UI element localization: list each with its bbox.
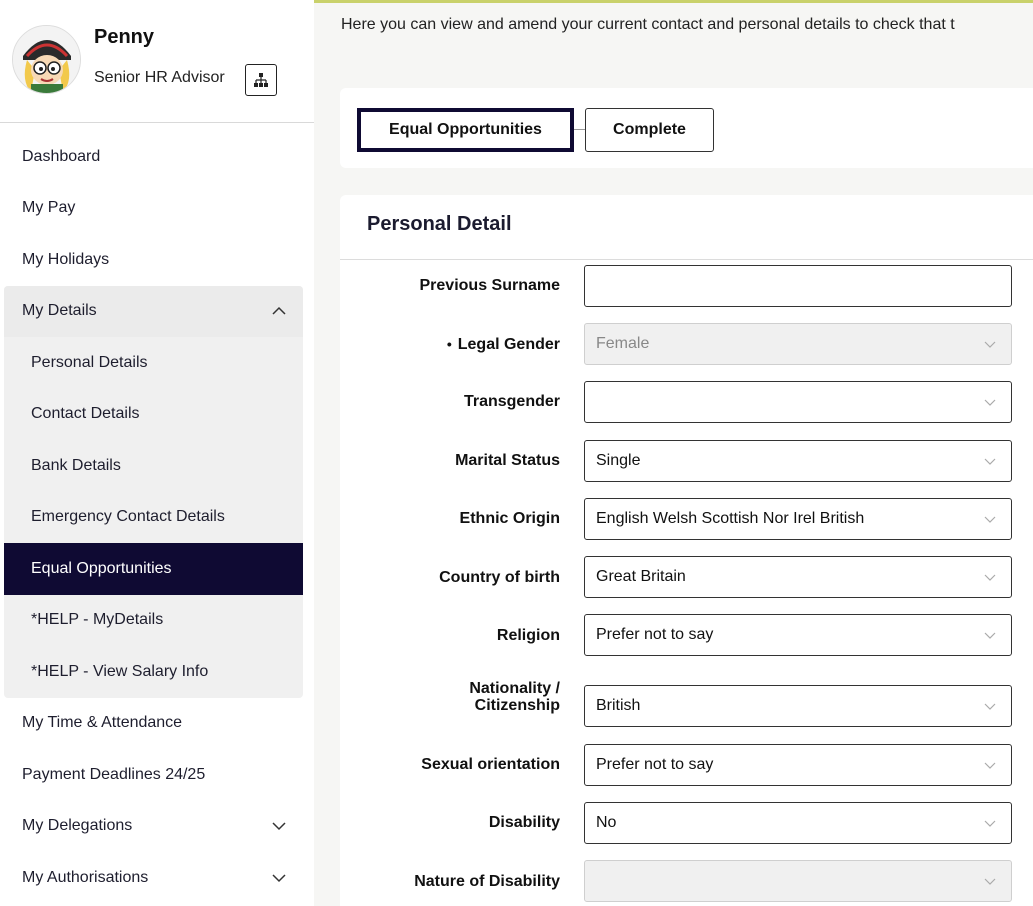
sidebar-item-my-holidays[interactable]: My Holidays [0, 234, 314, 286]
chevron-down-icon [272, 822, 286, 831]
sidebar-item-label: Emergency Contact Details [31, 508, 225, 526]
chevron-down-icon [984, 341, 996, 348]
ethnic-origin-value: English Welsh Scottish Nor Irel British [596, 510, 865, 527]
nationality-label: Nationality / Citizenship [469, 680, 560, 714]
disability-select[interactable]: No [584, 802, 1012, 844]
personal-detail-card: Personal Detail Previous Surname • Legal … [340, 195, 1033, 906]
marital-status-label: Marital Status [455, 452, 560, 469]
sidebar-item-label: Personal Details [31, 353, 148, 371]
disability-value: No [596, 814, 617, 831]
previous-surname-label: Previous Surname [419, 277, 561, 294]
cartoon-avatar-icon [13, 26, 80, 93]
sidebar-nav: Dashboard My Pay My Holidays My Details … [0, 131, 314, 904]
card-title: Personal Detail [367, 213, 512, 235]
profile-role: Senior HR Advisor [94, 69, 225, 86]
sidebar-item-help-mydetails[interactable]: *HELP - MyDetails [4, 595, 303, 647]
country-of-birth-value: Great Britain [596, 568, 686, 585]
chevron-up-icon [272, 307, 286, 315]
nature-of-disability-select [584, 860, 1012, 902]
transgender-select[interactable] [584, 381, 1012, 423]
sidebar-item-payment-deadlines[interactable]: Payment Deadlines 24/25 [0, 749, 314, 801]
country-of-birth-label: Country of birth [439, 569, 560, 586]
sidebar-item-my-pay[interactable]: My Pay [0, 183, 314, 235]
main-content: Here you can view and amend your current… [314, 0, 1033, 906]
sidebar-item-label: Contact Details [31, 405, 140, 423]
disability-label: Disability [488, 814, 560, 831]
sexual-orientation-select[interactable]: Prefer not to say [584, 744, 1012, 786]
divider [340, 259, 1033, 260]
nationality-value: British [596, 697, 641, 714]
sexual-orientation-label: Sexual orientation [421, 756, 560, 773]
chevron-down-icon [984, 632, 996, 639]
sidebar-item-label: My Details [22, 302, 97, 320]
legal-gender-label: • Legal Gender [447, 336, 560, 353]
sidebar-item-label: Bank Details [31, 456, 121, 474]
sidebar-item-dashboard[interactable]: Dashboard [0, 131, 314, 183]
sidebar-item-delegations[interactable]: My Delegations [0, 801, 314, 853]
chevron-down-icon [984, 878, 996, 885]
sidebar-item-label: Equal Opportunities [31, 559, 172, 577]
sidebar-item-authorisations[interactable]: My Authorisations [0, 852, 314, 904]
chevron-down-icon [984, 762, 996, 769]
chevron-down-icon [984, 574, 996, 581]
sidebar-item-label: My Time & Attendance [22, 714, 183, 732]
chevron-down-icon [984, 703, 996, 710]
transgender-label: Transgender [463, 393, 560, 410]
sidebar-item-label: My Holidays [22, 250, 110, 268]
chevron-down-icon [984, 820, 996, 827]
marital-status-select[interactable]: Single [584, 440, 1012, 482]
step-connector [574, 129, 585, 130]
legal-gender-value: Female [596, 335, 650, 352]
my-details-group: My Details Personal Details Contact Deta… [4, 285, 303, 698]
step-equal-opportunities[interactable]: Equal Opportunities [357, 108, 574, 152]
ethnic-origin-label: Ethnic Origin [459, 510, 560, 527]
sidebar-item-label: My Delegations [22, 817, 133, 835]
progress-steps: Equal Opportunities Complete [340, 88, 1033, 168]
sidebar-item-label: *HELP - View Salary Info [31, 662, 209, 680]
sidebar-item-time-attendance[interactable]: My Time & Attendance [0, 698, 314, 750]
profile-name: Penny [94, 26, 155, 48]
required-marker: • [446, 336, 452, 352]
sidebar-item-equal-opportunities[interactable]: Equal Opportunities [4, 543, 303, 595]
avatar[interactable] [12, 25, 81, 94]
sidebar-item-help-salary[interactable]: *HELP - View Salary Info [4, 646, 303, 698]
chevron-down-icon [272, 874, 286, 882]
org-chart-button[interactable] [245, 64, 277, 96]
country-of-birth-select[interactable]: Great Britain [584, 556, 1012, 598]
sidebar-item-label: *HELP - MyDetails [31, 611, 164, 629]
sexual-orientation-value: Prefer not to say [596, 756, 714, 773]
religion-value: Prefer not to say [596, 626, 714, 643]
sidebar-item-contact-details[interactable]: Contact Details [4, 389, 303, 441]
legal-gender-label-text: Legal Gender [457, 336, 560, 353]
sidebar-item-bank-details[interactable]: Bank Details [4, 440, 303, 492]
religion-label: Religion [496, 627, 560, 644]
nationality-label-line1: Nationality / [469, 680, 560, 697]
sidebar-item-label: My Authorisations [22, 868, 149, 886]
legal-gender-select: Female [584, 323, 1012, 365]
religion-select[interactable]: Prefer not to say [584, 614, 1012, 656]
sidebar-item-emergency-contact[interactable]: Emergency Contact Details [4, 492, 303, 544]
sidebar-item-personal-details[interactable]: Personal Details [4, 337, 303, 389]
nationality-select[interactable]: British [584, 685, 1012, 727]
chevron-down-icon [984, 458, 996, 465]
previous-surname-input[interactable] [584, 265, 1012, 307]
nature-of-disability-label: Nature of Disability [414, 873, 560, 890]
org-chart-icon [254, 73, 268, 87]
chevron-down-icon [984, 399, 996, 406]
sidebar: Penny Senior HR Advisor Dashboard My Pay… [0, 0, 314, 906]
marital-status-value: Single [596, 452, 641, 469]
sidebar-item-label: My Pay [22, 199, 76, 217]
sidebar-item-label: Dashboard [22, 147, 101, 165]
nationality-label-line2: Citizenship [474, 697, 560, 714]
intro-text: Here you can view and amend your current… [341, 16, 955, 33]
step-complete[interactable]: Complete [585, 108, 714, 152]
profile-header: Penny Senior HR Advisor [0, 0, 314, 123]
chevron-down-icon [984, 516, 996, 523]
sidebar-item-label: Payment Deadlines 24/25 [22, 765, 206, 783]
sidebar-item-my-details[interactable]: My Details [4, 285, 303, 337]
ethnic-origin-select[interactable]: English Welsh Scottish Nor Irel British [584, 498, 1012, 540]
